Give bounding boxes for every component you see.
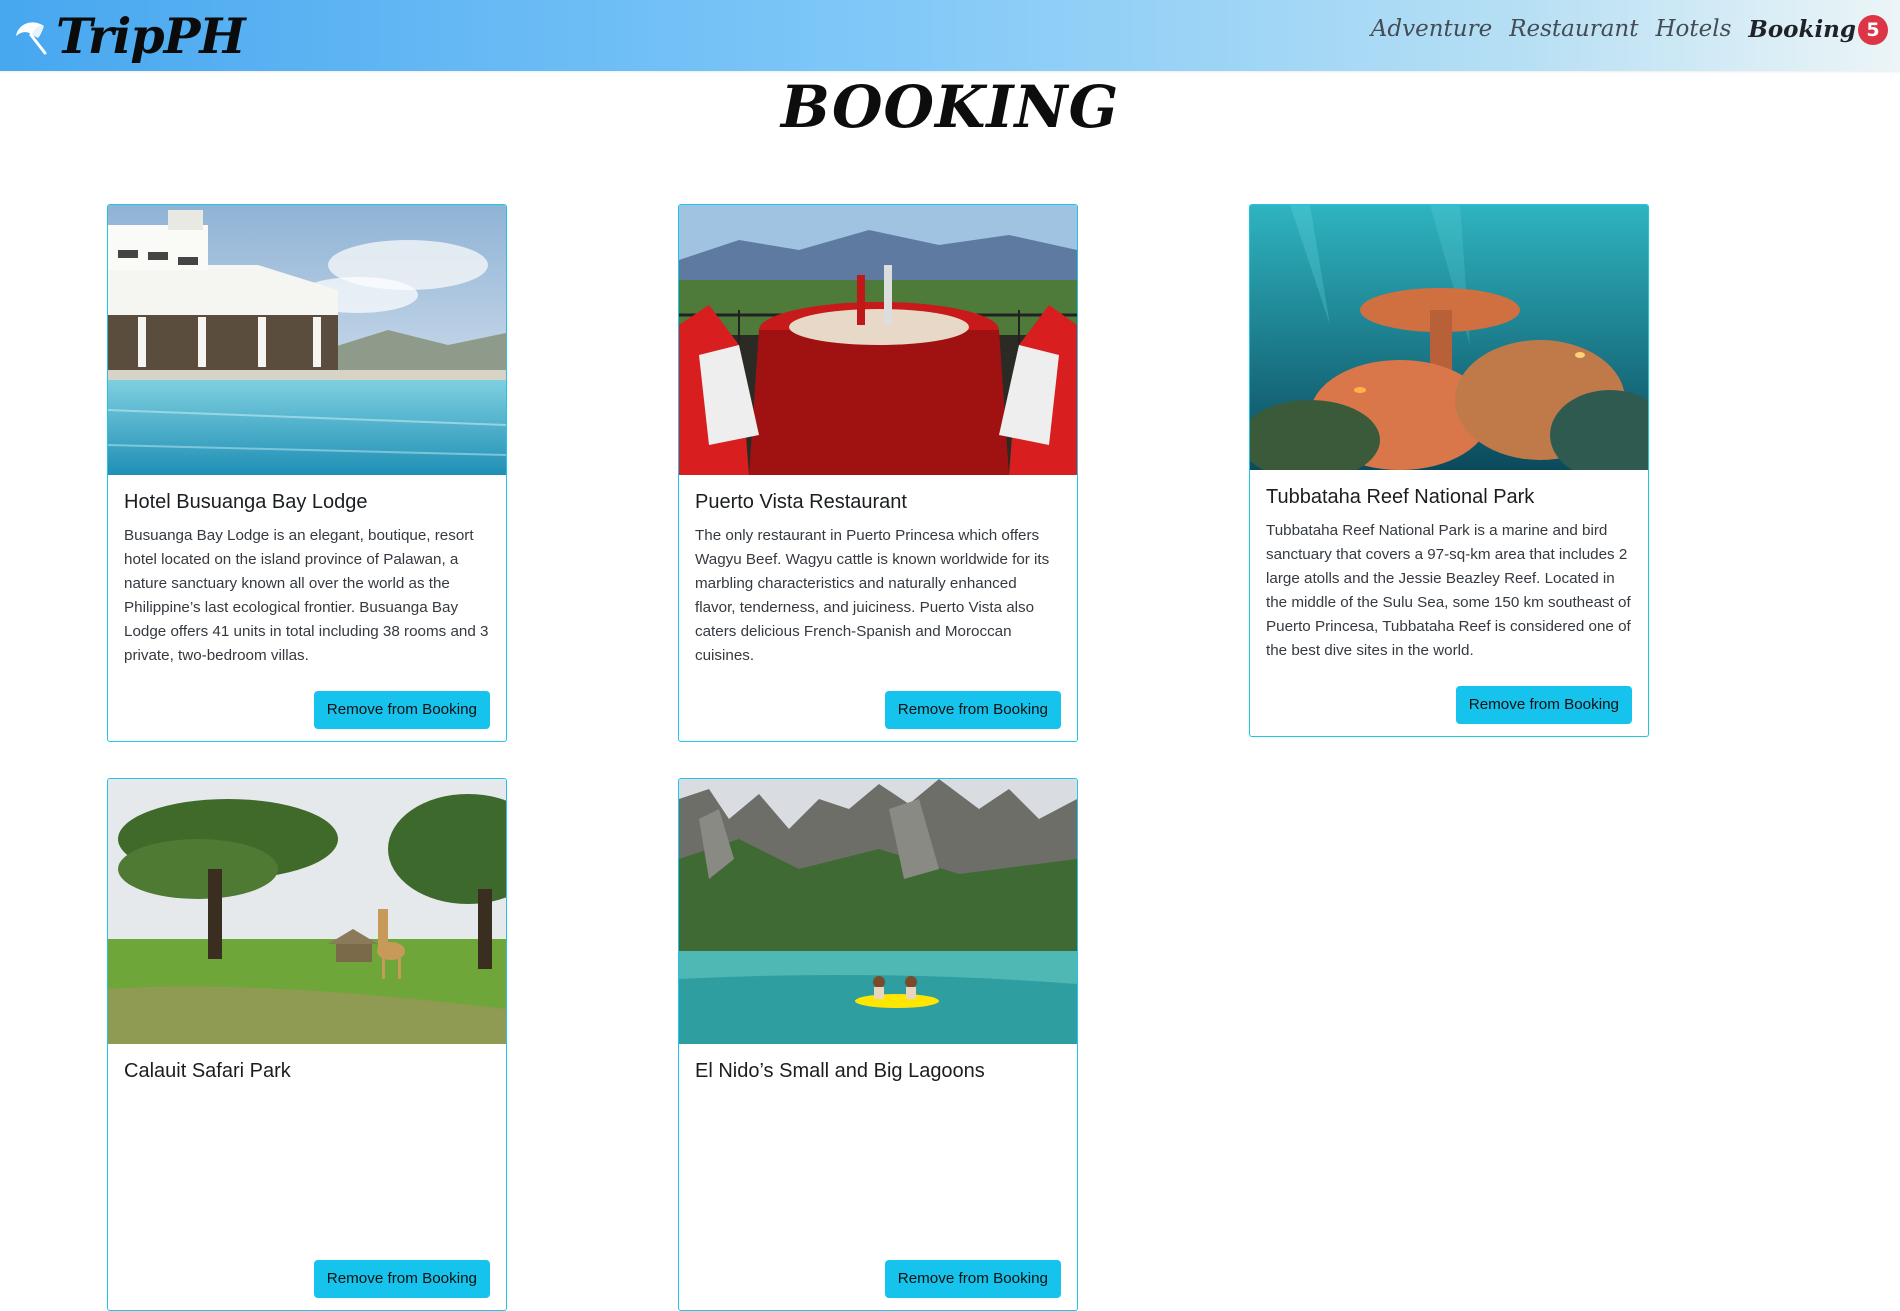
card-image-restaurant-table [679, 205, 1077, 475]
booking-count-badge: 5 [1858, 15, 1888, 45]
card-image-safari-park [108, 779, 506, 1044]
booking-card: Tubbataha Reef National Park Tubbataha R… [1249, 204, 1649, 737]
card-body: Calauit Safari Park Remove from Booking [108, 1044, 506, 1310]
brand[interactable]: TripPH [12, 6, 246, 66]
booking-card: Calauit Safari Park Remove from Booking [107, 778, 507, 1311]
card-description: The only restaurant in Puerto Princesa w… [695, 527, 1050, 664]
card-description: Busuanga Bay Lodge is an elegant, boutiq… [124, 527, 489, 664]
main-nav: Adventure Restaurant Hotels Booking 5 [1354, 15, 1888, 45]
card-body: Puerto Vista Restaurant The only restaur… [679, 475, 1077, 741]
brand-name: TripPH [56, 6, 246, 65]
card-footer: Remove from Booking [124, 668, 490, 729]
card-footer: Remove from Booking [695, 1237, 1061, 1298]
card-title: Hotel Busuanga Bay Lodge [124, 491, 368, 513]
card-body: Tubbataha Reef National Park Tubbataha R… [1250, 470, 1648, 736]
card-title: Calauit Safari Park [124, 1060, 291, 1082]
card-image-coral-reef [1250, 205, 1648, 470]
card-image-lagoon-kayak [679, 779, 1077, 1044]
nav-link-booking-label: Booking [1748, 16, 1856, 43]
remove-from-booking-button[interactable]: Remove from Booking [313, 691, 490, 729]
nav-link-booking[interactable]: Booking 5 [1748, 15, 1888, 45]
page-title: BOOKING [780, 73, 1120, 141]
card-description [695, 1093, 1061, 1237]
beach-umbrella-icon [16, 22, 47, 55]
card-image-hotel-pool [108, 205, 506, 475]
top-navbar: TripPH Adventure Restaurant Hotels Booki… [0, 0, 1900, 71]
nav-link-adventure[interactable]: Adventure [1371, 18, 1492, 41]
booking-card: El Nido’s Small and Big Lagoons Remove f… [678, 778, 1078, 1311]
remove-from-booking-button[interactable]: Remove from Booking [884, 691, 1061, 729]
card-title: El Nido’s Small and Big Lagoons [695, 1060, 985, 1082]
card-description: Tubbataha Reef National Park is a marine… [1266, 522, 1631, 659]
booking-card: Hotel Busuanga Bay Lodge Busuanga Bay Lo… [107, 204, 507, 742]
card-footer: Remove from Booking [695, 668, 1061, 729]
nav-link-hotels[interactable]: Hotels [1655, 18, 1731, 41]
remove-from-booking-button[interactable]: Remove from Booking [313, 1260, 490, 1298]
card-body: El Nido’s Small and Big Lagoons Remove f… [679, 1044, 1077, 1310]
card-body: Hotel Busuanga Bay Lodge Busuanga Bay Lo… [108, 475, 506, 741]
remove-from-booking-button[interactable]: Remove from Booking [884, 1260, 1061, 1298]
card-title: Tubbataha Reef National Park [1266, 486, 1535, 508]
card-description [124, 1093, 490, 1237]
remove-from-booking-button[interactable]: Remove from Booking [1455, 686, 1632, 724]
booking-card: Puerto Vista Restaurant The only restaur… [678, 204, 1078, 742]
nav-link-restaurant[interactable]: Restaurant [1509, 18, 1638, 41]
card-footer: Remove from Booking [124, 1237, 490, 1298]
card-footer: Remove from Booking [1266, 663, 1632, 724]
card-title: Puerto Vista Restaurant [695, 491, 907, 513]
